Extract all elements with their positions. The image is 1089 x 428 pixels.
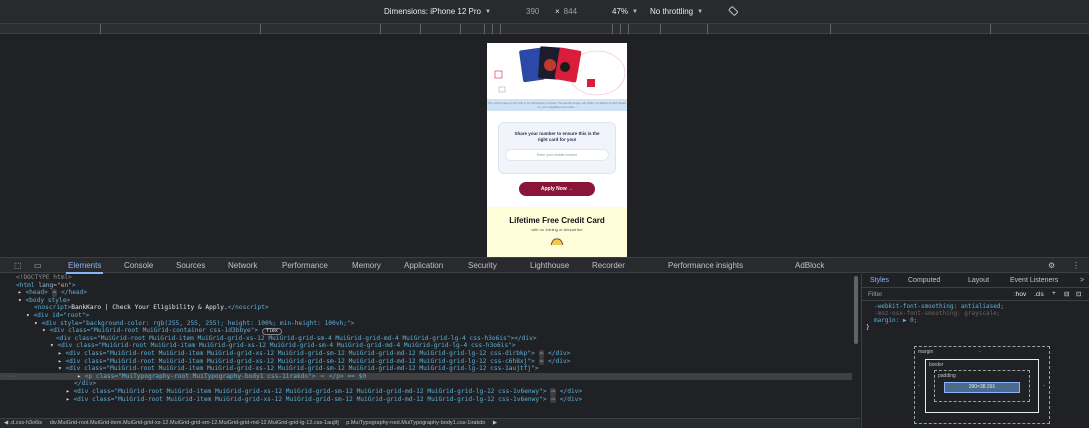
breadcrumb-item[interactable]: div.MuiGrid-root.MuiGrid-item.MuiGrid-gr… [50,420,339,426]
computed-styles-icon[interactable]: ⊟ [1064,290,1069,298]
tree-node[interactable]: <noscript>BankKaro | Check Your Eligibil… [0,304,852,312]
tab-performance[interactable]: Performance [282,261,328,270]
media-query-ruler[interactable] [0,24,1089,34]
tab-elements[interactable]: Elements [65,261,104,274]
device-toolbar-icon[interactable]: ▭ [34,261,42,270]
tree-node[interactable]: ▸ <div class="MuiGrid-root MuiGrid-item … [0,395,852,404]
breadcrumb-scroll-right[interactable]: ▶ [493,420,497,426]
more-tabs-button[interactable]: > [1080,277,1084,284]
gear-icon[interactable]: ⚙ [1048,261,1055,270]
breadcrumb-item[interactable]: p.MuiTypography-root.MuiTypography-body1… [346,420,485,426]
margin-label: margin [918,349,934,355]
promo-subtitle: with no Joining or Annual fee [531,227,583,232]
times-icon: × [555,7,560,16]
tree-node[interactable]: ▾ <div class="MuiGrid-root MuiGrid-item … [0,342,852,350]
tab-console[interactable]: Console [124,261,153,270]
css-declaration[interactable]: margin: ▶ 0; [866,317,1004,324]
zoom-value: 47% [612,7,629,16]
device-width-input[interactable]: 390 [526,7,539,16]
device-select[interactable]: Dimensions: iPhone 12 Pro ▼ [384,7,491,16]
elements-tree: <!DOCTYPE html> <html lang="en"> ▸ <head… [0,274,852,418]
chevron-down-icon: ▼ [697,8,704,15]
mobile-number-input[interactable]: Enter your mobile number [505,149,609,161]
device-dimensions-label: Dimensions: iPhone 12 Pro [384,7,481,16]
tree-node[interactable]: ▾ <div id="root"> [0,312,852,320]
devtools-tabbar: ⬚ ▭ Elements Console Sources Network Per… [0,257,1089,274]
css-rule-close: } [866,324,870,331]
inspect-element-icon[interactable]: ⬚ [14,261,22,270]
box-model-padding[interactable]: padding 390×38.391 [934,370,1030,402]
chevron-down-icon: ▼ [632,8,638,15]
tab-application[interactable]: Application [404,261,443,270]
promo-banner: Lifetime Free Credit Card with no Joinin… [487,207,627,257]
css-declaration[interactable]: -webkit-font-smoothing: antialiased; [866,303,1004,310]
device-toolbar: Dimensions: iPhone 12 Pro ▼ 390 × 844 47… [0,0,1089,24]
tree-node[interactable]: ▾ <div class="MuiGrid-root MuiGrid-item … [0,365,852,373]
css-declaration[interactable]: -moz-osx-font-smoothing: grayscale; [866,310,1004,317]
tab-performance-insights[interactable]: Performance insights [668,261,743,270]
device-height-input[interactable]: 844 [564,7,577,16]
hero-cards-image [487,43,627,98]
padding-label: padding [938,373,956,379]
apply-now-button[interactable]: Apply Now → [519,182,595,196]
styles-tabs: Styles Computed Layout Event Listeners > [862,274,1089,288]
tree-node[interactable]: ▾ <div style="background-color: rgb(255,… [0,320,852,328]
toggle-sidebar-icon[interactable]: ⊡ [1076,290,1081,298]
hand-icon [550,238,564,246]
selected-tree-node[interactable]: ··· ▸ <p class="MuiTypography-root MuiTyp… [0,372,852,381]
tab-recorder[interactable]: Recorder [592,261,625,270]
throttle-value: No throttling [650,7,694,16]
tree-node[interactable]: ▸ <head> ⋯ </head> [0,289,852,297]
phone-preview[interactable]: The card image on the site is for illust… [487,43,627,257]
tab-computed[interactable]: Computed [908,277,940,284]
add-rule-icon[interactable]: + [1052,290,1056,297]
promo-title: Lifetime Free Credit Card [509,216,605,225]
tab-event-listeners[interactable]: Event Listeners [1010,277,1058,284]
tab-sources[interactable]: Sources [176,261,205,270]
zoom-select[interactable]: 47% ▼ [612,7,638,16]
tab-layout[interactable]: Layout [968,277,989,284]
cls-toggle[interactable]: .cls [1034,291,1044,298]
tab-adblock[interactable]: AdBlock [795,261,824,270]
more-options-icon[interactable]: ⋮ [1072,261,1080,270]
tree-node[interactable]: ▾ <div class="MuiGrid-root MuiGrid-conta… [0,327,852,336]
box-model-border[interactable]: border padding 390×38.391 [925,359,1039,413]
tree-node[interactable]: <!DOCTYPE html> [0,274,852,282]
device-viewport: The card image on the site is for illust… [0,35,1089,257]
tree-node[interactable]: ▸ <div class="MuiGrid-root MuiGrid-item … [0,387,852,396]
styles-filter-bar: Filter :hov .cls + ⊟ ⊡ [862,289,1089,301]
box-model-diagram: margin - - - border padding 390×38.391 [914,346,1050,424]
tree-node[interactable]: ▾ <body style> [0,297,852,305]
tab-memory[interactable]: Memory [352,261,381,270]
border-label: border [929,362,944,368]
breadcrumb: ◀ .d.css-h3o6is div.MuiGrid-root.MuiGrid… [0,418,860,428]
mobile-number-form: Share your number to ensure this is the … [498,122,616,174]
tab-network[interactable]: Network [228,261,257,270]
tree-node[interactable]: <html lang="en"> [0,282,852,290]
elements-scrollbar[interactable] [852,274,860,418]
tree-node[interactable]: <div class="MuiGrid-root MuiGrid-item Mu… [0,335,852,343]
box-model-content-size[interactable]: 390×38.391 [944,382,1020,393]
rotate-icon [728,6,738,16]
card-image-disclaimer: The card image on the site is for illust… [487,99,627,111]
throttle-select[interactable]: No throttling ▼ [650,7,703,16]
tree-node[interactable]: ▸ <div class="MuiGrid-root MuiGrid-item … [0,357,852,366]
tab-security[interactable]: Security [468,261,497,270]
breadcrumb-item[interactable]: ◀ .d.css-h3o6is [4,420,42,426]
styles-filter-input[interactable]: Filter [868,291,882,298]
rotate-button[interactable] [728,5,740,17]
tree-node[interactable]: </div> [0,380,852,388]
styles-panel: Styles Computed Layout Event Listeners >… [861,274,1089,428]
form-heading: Share your number to ensure this is the … [514,131,600,142]
tree-node[interactable]: ▸ <div class="MuiGrid-root MuiGrid-item … [0,349,852,358]
tab-styles[interactable]: Styles [870,277,889,284]
hov-toggle[interactable]: :hov [1014,291,1026,298]
tab-lighthouse[interactable]: Lighthouse [530,261,569,270]
css-rules: -webkit-font-smoothing: antialiased; -mo… [866,303,1004,331]
chevron-down-icon: ▼ [484,8,491,15]
